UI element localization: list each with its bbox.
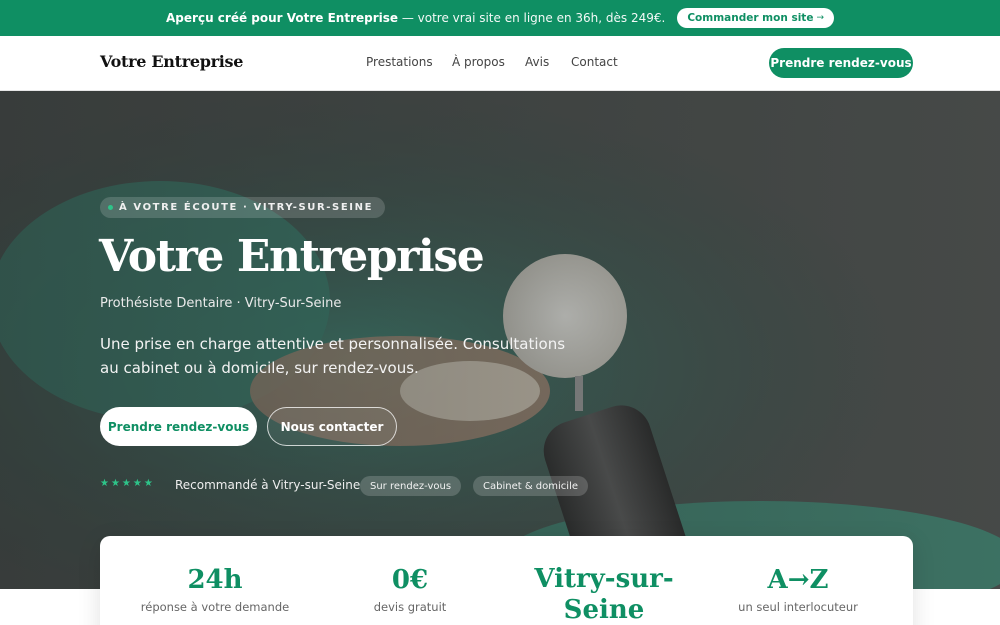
stat-single-contact: A→Z un seul interlocuteur	[698, 536, 898, 614]
stat-value: A→Z	[767, 565, 829, 595]
promo-headline: Aperçu créé pour Votre Entreprise	[166, 11, 399, 25]
stats-card: 24h réponse à votre demande 0€ devis gra…	[100, 536, 913, 625]
site-header: Votre Entreprise Prestations À propos Av…	[0, 36, 1000, 91]
stat-free-quote: 0€ devis gratuit	[310, 536, 510, 614]
nav-item-a-propos[interactable]: À propos	[452, 55, 525, 69]
stat-label: devis gratuit	[373, 600, 447, 614]
hero-subtitle: Prothésiste Dentaire · Vitry-Sur-Seine	[100, 296, 342, 311]
nav-item-contact[interactable]: Contact	[571, 55, 631, 69]
stat-response-time: 24h réponse à votre demande	[115, 536, 315, 614]
hero-eyebrow-text: À VOTRE ÉCOUTE · VITRY-SUR-SEINE	[119, 202, 374, 213]
chip-location: Cabinet & domicile	[473, 476, 588, 496]
status-dot-icon	[108, 205, 113, 210]
order-site-label: Commander mon site	[687, 12, 814, 24]
stat-value: 0€	[391, 565, 429, 595]
hero-eyebrow-badge: À VOTRE ÉCOUTE · VITRY-SUR-SEINE	[100, 197, 386, 218]
promo-text: — votre vrai site en ligne en 36h, dès 2…	[398, 11, 666, 25]
arrow-right-icon: →	[816, 13, 824, 23]
stat-label: un seul interlocuteur	[738, 600, 858, 614]
brand-logo[interactable]: Votre Entreprise	[100, 52, 243, 71]
chip-appointment: Sur rendez-vous	[360, 476, 462, 496]
stat-value: Vitry-sur-Seine	[534, 564, 674, 625]
rating-stars-icon: ★★★★★	[100, 478, 155, 489]
stat-label: réponse à votre demande	[140, 600, 290, 614]
main-nav: Prestations À propos Avis Contact	[366, 55, 631, 69]
hero-title: Votre Entreprise	[99, 231, 485, 282]
order-site-button[interactable]: Commander mon site →	[677, 8, 834, 28]
hero-appointment-button[interactable]: Prendre rendez-vous	[100, 407, 257, 446]
hero-description: Une prise en charge attentive et personn…	[100, 335, 566, 377]
stat-value: 24h	[187, 565, 243, 595]
hero-section: À VOTRE ÉCOUTE · VITRY-SUR-SEINE Votre E…	[0, 91, 1000, 589]
nav-item-avis[interactable]: Avis	[525, 55, 571, 69]
nav-item-prestations[interactable]: Prestations	[366, 55, 452, 69]
promo-banner: Aperçu créé pour Votre Entreprise — votr…	[0, 0, 1000, 36]
header-appointment-button[interactable]: Prendre rendez-vous	[769, 48, 913, 78]
hero-contact-button[interactable]: Nous contacter	[267, 407, 397, 446]
recommendation-text: Recommandé à Vitry-sur-Seine	[175, 478, 361, 492]
stat-location: Vitry-sur-Seine	[504, 536, 704, 625]
